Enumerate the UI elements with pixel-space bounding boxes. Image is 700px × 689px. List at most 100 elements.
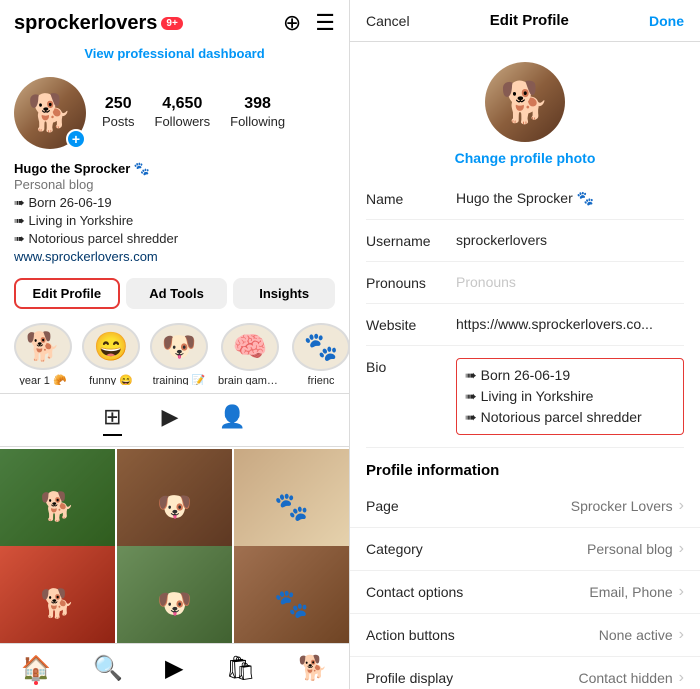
story-year1[interactable]: 🐕 year 1 🥐 [14, 323, 72, 385]
profile-display-chevron-icon: › [679, 669, 684, 687]
new-post-icon[interactable]: ⊕ [283, 10, 301, 36]
followers-label: Followers [155, 114, 211, 129]
ad-tools-button[interactable]: Ad Tools [126, 278, 228, 309]
stories-row: 🐕 year 1 🥐 😄 funny 😄 🐶 training 📝 🧠 brai… [0, 315, 349, 393]
bio-edit-line-2: ➠ Living in Yorkshire [465, 386, 675, 407]
profile-category: Personal blog [14, 177, 335, 192]
story-circle-friends: 🐾 [292, 323, 349, 371]
posts-stat: 250 Posts [102, 95, 135, 131]
bio-label: Bio [366, 358, 456, 375]
search-nav-icon[interactable]: 🔍 [93, 654, 123, 683]
story-label-year1: year 1 🥐 [19, 374, 66, 385]
story-funny[interactable]: 😄 funny 😄 [82, 323, 140, 385]
bio-line-1: ➠ Born 26-06-19 [14, 194, 335, 212]
dashboard-link[interactable]: View professional dashboard [0, 46, 349, 69]
contact-options-label: Contact options [366, 584, 589, 600]
cancel-button[interactable]: Cancel [366, 13, 410, 29]
posts-label: Posts [102, 114, 135, 129]
action-buttons-chevron-icon: › [679, 626, 684, 644]
right-panel: Cancel Edit Profile Done 🐕 Change profil… [350, 0, 700, 689]
website-value[interactable]: https://www.sprockerlovers.co... [456, 316, 684, 332]
notification-badge: 9+ [161, 17, 182, 30]
username-value[interactable]: sprockerlovers [456, 232, 684, 248]
story-friends[interactable]: 🐾 frienc [292, 323, 349, 385]
profile-display-row[interactable]: Profile display Contact hidden › [350, 657, 700, 689]
left-panel: sprockerlovers 9+ ⊕ ☰ View professional … [0, 0, 350, 689]
bio-line-3: ➠ Notorious parcel shredder [14, 230, 335, 248]
profile-link[interactable]: www.sprockerlovers.com [14, 249, 335, 264]
app-header: sprockerlovers 9+ ⊕ ☰ [0, 0, 349, 46]
header-icons: ⊕ ☰ [283, 10, 335, 36]
grid-item-6[interactable]: 🐾 [234, 546, 349, 643]
action-buttons-value: None active [599, 627, 673, 643]
website-label: Website [366, 316, 456, 333]
pronouns-value[interactable]: Pronouns [456, 274, 684, 290]
story-brain-game[interactable]: 🧠 brain game... [218, 323, 282, 385]
logo-area: sprockerlovers 9+ [14, 12, 183, 35]
following-count: 398 [230, 95, 285, 113]
contact-options-value: Email, Phone [589, 584, 672, 600]
photo-grid: 🐕 🐶 🐾 🐕 🐶 🐾 [0, 447, 349, 643]
pronouns-label: Pronouns [366, 274, 456, 291]
home-nav-icon[interactable]: 🏠 [21, 654, 51, 683]
story-circle-training: 🐶 [150, 323, 208, 371]
profile-stats: 250 Posts 4,650 Followers 398 Following [102, 95, 285, 131]
avatar-container: 🐕 + [14, 77, 86, 149]
menu-icon[interactable]: ☰ [315, 10, 335, 36]
story-circle-year1: 🐕 [14, 323, 72, 371]
followers-stat: 4,650 Followers [155, 95, 211, 131]
bio-value[interactable]: ➠ Born 26-06-19 ➠ Living in Yorkshire ➠ … [456, 358, 684, 435]
username-label: Username [366, 232, 456, 249]
story-label-friends: frienc [308, 375, 335, 385]
grid-item-4[interactable]: 🐕 [0, 546, 115, 643]
category-value: Personal blog [587, 541, 673, 557]
tagged-tab-icon[interactable]: 👤 [218, 404, 245, 436]
change-photo-button[interactable]: Change profile photo [455, 150, 596, 166]
edit-profile-header: Cancel Edit Profile Done [350, 0, 700, 42]
pronouns-row: Pronouns Pronouns [366, 262, 684, 304]
story-label-brain-game: brain game... [218, 375, 282, 385]
action-buttons-label: Action buttons [366, 627, 599, 643]
bio-edit-line-1: ➠ Born 26-06-19 [465, 365, 675, 386]
followers-count: 4,650 [155, 95, 211, 113]
add-story-button[interactable]: + [66, 129, 86, 149]
contact-options-chevron-icon: › [679, 583, 684, 601]
profile-info: Hugo the Sprocker 🐾 Personal blog ➠ Born… [0, 157, 349, 272]
story-label-training: training 📝 [153, 374, 206, 385]
grid-item-5[interactable]: 🐶 [117, 546, 232, 643]
following-label: Following [230, 114, 285, 129]
grid-tab-icon[interactable]: ⊞ [103, 404, 121, 436]
name-value[interactable]: Hugo the Sprocker 🐾 [456, 190, 684, 207]
category-label: Category [366, 541, 587, 557]
profile-display-value: Contact hidden [578, 670, 672, 686]
edit-profile-title: Edit Profile [490, 12, 569, 29]
profile-section: 🐕 + 250 Posts 4,650 Followers 398 Follow… [0, 69, 349, 157]
tab-row: ⊞ ▶ 👤 [0, 393, 349, 447]
bio-edit-line-3: ➠ Notorious parcel shredder [465, 407, 675, 428]
profile-name: Hugo the Sprocker 🐾 [14, 161, 335, 177]
action-buttons-row[interactable]: Action buttons None active › [350, 614, 700, 657]
story-circle-brain-game: 🧠 [221, 323, 279, 371]
bio-row: Bio ➠ Born 26-06-19 ➠ Living in Yorkshir… [366, 346, 684, 448]
posts-count: 250 [102, 95, 135, 113]
bottom-nav: 🏠 🔍 ▶ 🛍 🐕 [0, 643, 349, 689]
page-row[interactable]: Page Sprocker Lovers › [350, 485, 700, 528]
profile-display-label: Profile display [366, 670, 578, 686]
profile-photo: 🐕 [485, 62, 565, 142]
page-value: Sprocker Lovers [571, 498, 673, 514]
shop-nav-icon[interactable]: 🛍 [226, 654, 256, 683]
reels-nav-icon[interactable]: ▶ [165, 654, 183, 683]
name-row: Name Hugo the Sprocker 🐾 [366, 178, 684, 220]
profile-nav-icon[interactable]: 🐕 [298, 654, 328, 683]
done-button[interactable]: Done [649, 13, 684, 29]
insights-button[interactable]: Insights [233, 278, 335, 309]
username-row: Username sprockerlovers [366, 220, 684, 262]
reels-tab-icon[interactable]: ▶ [162, 404, 179, 436]
contact-options-row[interactable]: Contact options Email, Phone › [350, 571, 700, 614]
edit-profile-button[interactable]: Edit Profile [14, 278, 120, 309]
story-training[interactable]: 🐶 training 📝 [150, 323, 208, 385]
category-row[interactable]: Category Personal blog › [350, 528, 700, 571]
profile-bio: ➠ Born 26-06-19 ➠ Living in Yorkshire ➠ … [14, 194, 335, 249]
website-row: Website https://www.sprockerlovers.co... [366, 304, 684, 346]
bio-line-2: ➠ Living in Yorkshire [14, 212, 335, 230]
